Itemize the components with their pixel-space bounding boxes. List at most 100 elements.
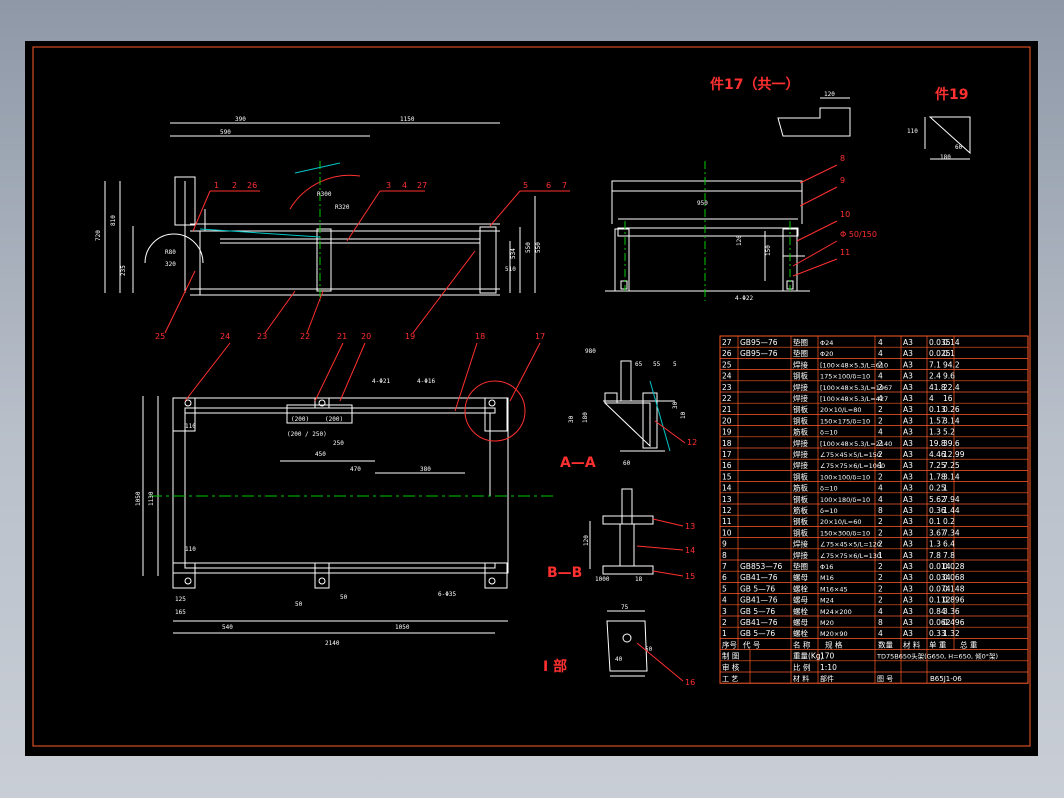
bom-cell: 13 [722, 495, 732, 504]
bom-cell: 1 [878, 461, 883, 470]
bom-cell: 2 [878, 439, 883, 448]
dim-110b: 110 [185, 546, 196, 553]
front-callouts: 1 2 26 3 4 27 5 6 7 25 23 22 19 [155, 181, 567, 341]
bom-cell: 4 [878, 394, 883, 403]
dim-i-75: 75 [621, 604, 629, 611]
bom-cell: 17 [722, 450, 732, 459]
bom-cell: 1.3 [929, 428, 941, 437]
dim-200a: (200) [291, 416, 309, 423]
callout-6: 6 [546, 181, 551, 190]
bom-cell: 4 [878, 629, 883, 638]
bom-cell: 19 [722, 428, 732, 437]
callout-27: 27 [417, 181, 427, 190]
top-callouts: 24 21 20 18 17 [220, 332, 545, 341]
bom-cell: δ=10 [820, 507, 838, 515]
detail-19-drawing [924, 116, 971, 160]
bom-cell: GB41—76 [740, 618, 778, 627]
title-block-cell: 170 [820, 652, 835, 661]
bom-cell: 2 [878, 450, 883, 459]
dim-r80: R80 [165, 249, 176, 256]
bom-cell: ∠75×75×6/L=130 [820, 552, 881, 560]
bom-header-cell: 单 重 [929, 639, 947, 649]
dim-6phi35: 6-Φ35 [438, 591, 456, 598]
dim-1130: 1130 [148, 491, 155, 506]
dim-200b: (200) [325, 416, 343, 423]
bom-cell: M16 [820, 574, 834, 582]
bom-cell: 9.6 [943, 372, 955, 381]
dim-4phi21: 4-Φ21 [372, 378, 390, 385]
bom-cell: 1 [878, 551, 883, 560]
callout-18: 18 [475, 332, 485, 341]
dim-aa-10: 10 [680, 411, 687, 419]
bom-cell: 21 [722, 405, 732, 414]
bom-cell: 23 [722, 383, 732, 392]
front-dims: 390 590 1150 720 810 550 235 510 534 550… [95, 116, 542, 276]
bom-cell: A3 [903, 551, 913, 560]
bom-cell: 11 [722, 517, 732, 526]
section-aa-title: A—A [560, 455, 596, 471]
bom-cell: Φ16 [820, 563, 833, 571]
bom-cell: 7.25 [943, 461, 960, 470]
cad-drawing: 390 590 1150 720 810 550 235 510 534 550… [32, 46, 1031, 747]
callout-12: 12 [687, 438, 697, 447]
bom-cell: 100×180/δ=10 [820, 496, 870, 504]
callout-5: 5 [523, 181, 528, 190]
dim-165: 165 [175, 609, 186, 616]
bom-cell: Φ20 [820, 350, 833, 358]
dim-125: 125 [175, 596, 186, 603]
bom-cell: A3 [903, 607, 913, 616]
detail-i-title: I 部 [543, 658, 567, 675]
bom-header-cell: 数量 [878, 639, 893, 649]
bom-cell: 焊接 [793, 393, 808, 403]
dim-aa-180: 180 [582, 412, 589, 423]
dim-50b: 50 [340, 594, 348, 601]
bom-cell: 1 [722, 629, 727, 638]
bom-cell: 20 [722, 416, 732, 425]
section-bb-drawing [589, 488, 654, 575]
callout-22: 22 [300, 332, 310, 341]
bom-cell: 2 [878, 416, 883, 425]
bom-cell: 7.34 [943, 528, 960, 537]
bom-cell: 7 [722, 562, 727, 571]
bom-cell: 0.496 [943, 618, 965, 627]
bom-cell: 2 [878, 528, 883, 537]
title-block-cell: 图 号 [877, 675, 893, 683]
bom-cell: 螺母 [793, 595, 808, 605]
bom-cell: 焊接 [793, 550, 808, 560]
bom-cell: 175×100/δ=10 [820, 373, 870, 381]
callout-20: 20 [361, 332, 371, 341]
bom-cell: 垫圈 [793, 337, 808, 347]
bom-cell: 0.068 [943, 573, 965, 582]
bom-cell: 8 [722, 551, 727, 560]
bom-cell: 1 [943, 484, 948, 493]
bom-cell: 3 [722, 607, 727, 616]
dim-320: 320 [165, 261, 176, 268]
bom-cell: 钢板 [793, 471, 808, 481]
bom-cell: GB95—76 [740, 349, 778, 358]
dim-390: 390 [235, 116, 246, 123]
dim-810: 810 [110, 215, 117, 226]
bom-cell: 2 [878, 562, 883, 571]
bom-cell: A3 [903, 461, 913, 470]
bom-cell: 0.2 [943, 517, 955, 526]
section-bb-title: B—B [547, 565, 582, 581]
bom-cell: 4 [929, 394, 934, 403]
bom-cell: 0.148 [943, 584, 965, 593]
bom-cell: 0.028 [943, 562, 965, 571]
title-block-cell: 材 料 [793, 674, 809, 683]
bom-cell: 94.2 [943, 360, 960, 369]
title-block-cell: 制 图 [722, 651, 739, 661]
dim-450: 450 [315, 451, 326, 458]
detail-17-title: 件17（共一） [710, 76, 799, 93]
callout-2: 2 [232, 181, 237, 190]
bom-header-cell: 名 称 [793, 639, 811, 649]
front-hatch-2 [294, 162, 341, 174]
top-bolts [184, 399, 496, 585]
bom-cell: 2 [878, 540, 883, 549]
bom-table: 27 GB95—76 垫圈 Φ24 4 A3 0.0350.1426 GB95—76 垫圈 Φ20… [719, 335, 1029, 684]
side-callouts: 8 9 10 Φ 50/150 11 [840, 154, 877, 257]
callout-25: 25 [155, 332, 165, 341]
bom-cell: 25 [722, 360, 732, 369]
bom-cell: 钢板 [793, 516, 808, 526]
dim-1150: 1150 [400, 116, 415, 123]
